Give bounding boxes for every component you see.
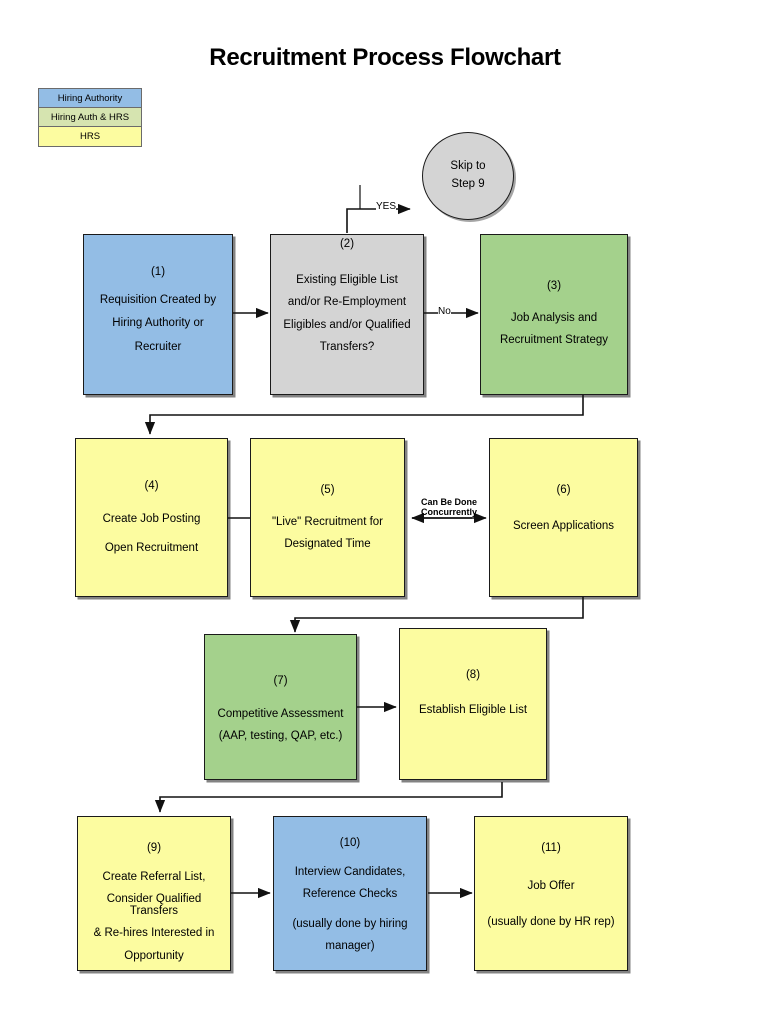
- node-6-screen-applications[interactable]: (6) Screen Applications: [489, 438, 638, 597]
- node-2-number: (2): [339, 238, 355, 250]
- node-11-number: (11): [541, 842, 561, 854]
- node-10-line-1: Interview Candidates,: [294, 865, 406, 878]
- node-2-line-3: Eligibles and/or Qualified: [283, 318, 411, 331]
- node-7-line-1: Competitive Assessment: [217, 707, 344, 720]
- legend-row-hiring-authority: Hiring Authority: [39, 89, 141, 108]
- node-9-line-1: Create Referral List,: [102, 870, 206, 883]
- node-1-line-3: Recruiter: [134, 340, 182, 353]
- edge-label-concurrent: Can Be Done Concurrently: [417, 497, 481, 518]
- legend: Hiring Authority Hiring Auth & HRS HRS: [38, 88, 142, 147]
- edge-3-to-4: [144, 395, 584, 435]
- node-5-line-2: Designated Time: [284, 538, 371, 550]
- node-9-number: (9): [146, 842, 162, 854]
- node-10-text: Interview Candidates, Reference Checks (…: [292, 852, 407, 953]
- node-5-number: (5): [320, 484, 335, 496]
- node-10-line-4: manager): [325, 940, 375, 952]
- node-3-number: (3): [546, 280, 562, 292]
- node-9-text: Create Referral List, Consider Qualified…: [84, 857, 224, 963]
- node-1-number: (1): [150, 266, 166, 278]
- node-1-requisition-created[interactable]: (1) Requisition Created by Hiring Author…: [83, 234, 233, 395]
- node-4-line-1: Create Job Posting: [102, 512, 201, 525]
- node-8-line-1: Establish Eligible List: [418, 703, 528, 716]
- node-6-text: Screen Applications: [513, 499, 614, 533]
- node-3-job-analysis[interactable]: (3) Job Analysis and Recruitment Strateg…: [480, 234, 628, 395]
- node-10-interview-candidates[interactable]: (10) Interview Candidates, Reference Che…: [273, 816, 427, 971]
- edge-8-to-9: [154, 782, 503, 813]
- edge-6-to-7: [289, 597, 584, 633]
- page-title: Recruitment Process Flowchart: [209, 44, 561, 71]
- node-6-number: (6): [556, 484, 571, 496]
- node-1-line-2: Hiring Authority or: [112, 317, 204, 329]
- node-1-text: Requisition Created by Hiring Authority …: [100, 281, 216, 354]
- node-3-text: Job Analysis and Recruitment Strategy: [500, 295, 608, 347]
- node-10-number: (10): [339, 837, 361, 849]
- node-2-line-1: Existing Eligible List: [296, 273, 398, 286]
- node-9-line-4: Opportunity: [124, 949, 184, 962]
- node-9-line-2: Consider Qualified Transfers: [106, 893, 202, 917]
- legend-row-hrs: HRS: [39, 127, 141, 146]
- node-11-text: Job Offer (usually done by HR rep): [487, 857, 614, 929]
- node-7-competitive-assessment[interactable]: (7) Competitive Assessment (AAP, testing…: [204, 634, 357, 780]
- node-9-create-referral-list[interactable]: (9) Create Referral List, Consider Quali…: [77, 816, 231, 971]
- edge-label-concurrent-line-2: Concurrently: [420, 507, 477, 518]
- node-7-number: (7): [273, 675, 288, 687]
- node-2-existing-eligible-list-decision[interactable]: (2) Existing Eligible List and/or Re-Emp…: [270, 234, 424, 395]
- node-3-line-1: Job Analysis and: [510, 311, 598, 324]
- flowchart-canvas: Recruitment Process Flowchart Hiring Aut…: [0, 0, 770, 1024]
- node-8-establish-eligible-list[interactable]: (8) Establish Eligible List: [399, 628, 547, 780]
- edge-label-no: No: [438, 306, 451, 318]
- node-6-line-1: Screen Applications: [512, 519, 614, 532]
- node-11-job-offer[interactable]: (11) Job Offer (usually done by HR rep): [474, 816, 628, 971]
- node-4-create-job-posting[interactable]: (4) Create Job Posting Open Recruitment: [75, 438, 228, 597]
- node-8-text: Establish Eligible List: [419, 684, 527, 717]
- node-5-text: "Live" Recruitment for Designated Time: [272, 499, 383, 551]
- node-2-line-2: and/or Re-Employment: [287, 296, 407, 308]
- node-10-line-2: Reference Checks: [302, 888, 398, 900]
- edge-2-to-skip-step9: [346, 203, 411, 233]
- terminator-line-2: Step 9: [451, 178, 485, 190]
- node-1-line-1: Requisition Created by: [99, 293, 217, 306]
- node-5-line-1: "Live" Recruitment for: [271, 515, 384, 528]
- node-4-line-2: Open Recruitment: [104, 542, 199, 554]
- node-5-live-recruitment[interactable]: (5) "Live" Recruitment for Designated Ti…: [250, 438, 405, 597]
- terminator-skip-to-step-9: Skip to Step 9: [422, 132, 514, 220]
- node-11-line-1: Job Offer: [527, 879, 575, 892]
- terminator-line-1: Skip to: [450, 160, 486, 173]
- node-2-line-4: Transfers?: [319, 341, 375, 353]
- edge-label-concurrent-line-1: Can Be Done: [420, 497, 477, 507]
- node-11-line-2: (usually done by HR rep): [487, 916, 615, 928]
- node-10-line-3: (usually done by hiring: [292, 917, 408, 930]
- node-9-line-3: & Re-hires Interested in: [93, 927, 215, 939]
- node-4-text: Create Job Posting Open Recruitment: [103, 495, 201, 555]
- node-7-text: Competitive Assessment (AAP, testing, QA…: [218, 690, 344, 743]
- edge-label-yes: YES: [376, 201, 397, 213]
- node-2-text: Existing Eligible List and/or Re-Employm…: [283, 253, 410, 354]
- node-4-number: (4): [144, 480, 159, 492]
- legend-row-hiring-auth-and-hrs: Hiring Auth & HRS: [39, 108, 141, 127]
- node-8-number: (8): [465, 669, 481, 681]
- node-3-line-2: Recruitment Strategy: [499, 334, 608, 346]
- node-7-line-2: (AAP, testing, QAP, etc.): [218, 730, 343, 742]
